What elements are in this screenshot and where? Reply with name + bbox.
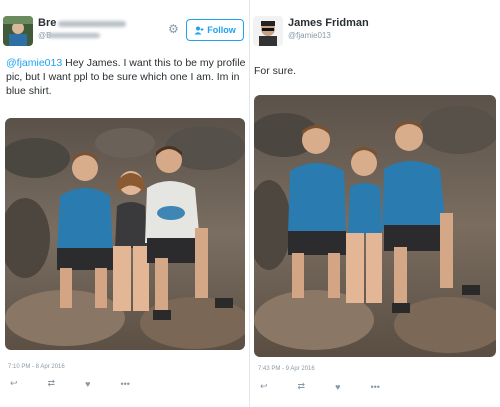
author-name[interactable]: Bre (38, 17, 56, 29)
right-tweet: James Fridman @fjamie013 For sure. 7:43 … (250, 0, 500, 407)
heart-icon[interactable]: ♥ (85, 379, 90, 389)
gear-icon[interactable]: ⚙ (168, 22, 179, 36)
redacted-handle (48, 33, 100, 38)
avatar-image (3, 16, 33, 46)
tweet-text: For sure. (254, 65, 297, 77)
original-photo[interactable] (5, 118, 245, 350)
author-name[interactable]: James Fridman (288, 17, 369, 29)
photo-image (5, 118, 245, 350)
add-user-icon (194, 26, 204, 34)
reply-icon[interactable]: ↩ (260, 381, 268, 392)
avatar[interactable] (253, 16, 283, 46)
avatar[interactable] (3, 16, 33, 46)
follow-button[interactable]: Follow (186, 19, 244, 41)
follow-label: Follow (207, 25, 236, 35)
left-tweet: Bre @B ⚙ Follow @fjamie013 Hey James. I … (0, 0, 250, 407)
edited-photo[interactable] (254, 95, 496, 357)
retweet-icon[interactable]: ⇄ (48, 378, 56, 389)
tweet-text: @fjamie013 Hey James. I want this to be … (6, 56, 248, 98)
more-icon[interactable]: ••• (120, 379, 129, 389)
more-icon[interactable]: ••• (370, 382, 379, 392)
avatar-image (253, 16, 283, 46)
author-handle[interactable]: @fjamie013 (288, 31, 331, 40)
photo-image (254, 95, 496, 357)
retweet-icon[interactable]: ⇄ (298, 381, 306, 392)
action-bar: ↩ ⇄ ♥ ••• (10, 378, 130, 389)
reply-icon[interactable]: ↩ (10, 378, 18, 389)
timestamp[interactable]: 7:43 PM - 9 Apr 2016 (258, 366, 315, 372)
heart-icon[interactable]: ♥ (335, 382, 340, 392)
redacted-name (58, 21, 126, 27)
mention-link[interactable]: @fjamie013 (6, 57, 62, 69)
action-bar: ↩ ⇄ ♥ ••• (260, 381, 380, 392)
timestamp[interactable]: 7:10 PM - 8 Apr 2016 (8, 364, 65, 370)
